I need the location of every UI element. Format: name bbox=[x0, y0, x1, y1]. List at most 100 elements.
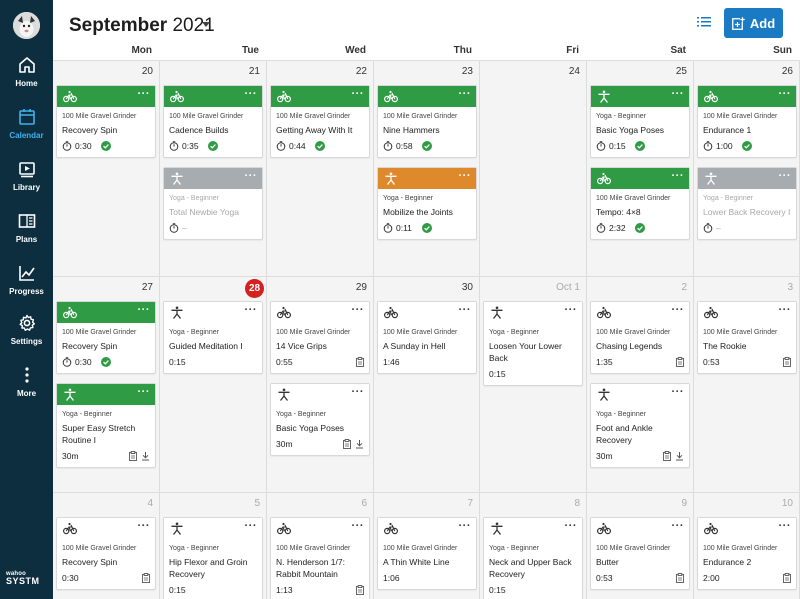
notes-clipboard-icon[interactable] bbox=[783, 357, 791, 367]
add-button[interactable]: Add bbox=[724, 8, 783, 38]
more-options-icon[interactable]: ··· bbox=[138, 520, 151, 532]
day-cell[interactable]: 5 ··· Yoga - Beginner Hip Flexor and Groin … bbox=[160, 493, 267, 599]
more-options-icon[interactable]: ··· bbox=[245, 88, 258, 100]
day-cell[interactable]: 30 ··· 100 Mile Gravel Grinder A Sunday in … bbox=[374, 277, 480, 493]
nav-item-home[interactable]: Home bbox=[0, 56, 53, 88]
more-options-icon[interactable]: ··· bbox=[459, 520, 472, 532]
nav-item-progress[interactable]: Progress bbox=[0, 264, 53, 296]
more-options-icon[interactable]: ··· bbox=[672, 386, 685, 398]
day-cell[interactable]: 27 ··· 100 Mile Gravel Grinder Recovery Spi… bbox=[53, 277, 160, 493]
more-options-icon[interactable]: ··· bbox=[138, 386, 151, 398]
notes-clipboard-icon[interactable] bbox=[663, 451, 671, 461]
more-options-icon[interactable]: ··· bbox=[245, 304, 258, 316]
nav-item-calendar[interactable]: Calendar bbox=[0, 108, 53, 140]
workout-card[interactable]: ··· Yoga - Beginner Lower Back Recovery I – bbox=[697, 167, 797, 240]
download-icon[interactable] bbox=[141, 451, 150, 461]
more-options-icon[interactable]: ··· bbox=[672, 520, 685, 532]
workout-card[interactable]: ··· 100 Mile Gravel Grinder The Rookie 0:53 bbox=[697, 301, 797, 374]
workout-card[interactable]: ··· Yoga - Beginner Hip Flexor and Groin R… bbox=[163, 517, 263, 599]
nav-item-library[interactable]: Library bbox=[0, 160, 53, 192]
month-title[interactable]: September 2021 bbox=[69, 15, 215, 37]
workout-card[interactable]: ··· 100 Mile Gravel Grinder 14 Vice Grips 0… bbox=[270, 301, 370, 374]
day-cell[interactable]: 2 ··· 100 Mile Gravel Grinder Chasing Legen… bbox=[587, 277, 694, 493]
workout-card[interactable]: ··· 100 Mile Gravel Grinder Recovery Spin 0… bbox=[56, 85, 156, 158]
more-options-icon[interactable]: ··· bbox=[352, 386, 365, 398]
workout-card[interactable]: ··· Yoga - Beginner Foot and Ankle Recover… bbox=[590, 383, 690, 468]
workout-card[interactable]: ··· Yoga - Beginner Basic Yoga Poses 0:15 bbox=[590, 85, 690, 158]
workout-card[interactable]: ··· Yoga - Beginner Mobilize the Joints 0:1… bbox=[377, 167, 477, 240]
day-cell[interactable]: 10 ··· 100 Mile Gravel Grinder Endurance 2 2… bbox=[694, 493, 800, 599]
day-cell[interactable]: 20 ··· 100 Mile Gravel Grinder Recovery Spi… bbox=[53, 61, 160, 277]
workout-card[interactable]: ··· Yoga - Beginner Super Easy Stretch Rou… bbox=[56, 383, 156, 468]
workout-card[interactable]: ··· 100 Mile Gravel Grinder Butter 0:53 bbox=[590, 517, 690, 590]
workout-card[interactable]: ··· 100 Mile Gravel Grinder N. Henderson 1… bbox=[270, 517, 370, 599]
workout-card[interactable]: ··· 100 Mile Gravel Grinder Endurance 1 1:0… bbox=[697, 85, 797, 158]
workout-card[interactable]: ··· Yoga - Beginner Loosen Your Lower Back… bbox=[483, 301, 583, 386]
day-cell[interactable]: 4 ··· 100 Mile Gravel Grinder Recovery Spin… bbox=[53, 493, 160, 599]
notes-clipboard-icon[interactable] bbox=[343, 439, 351, 449]
more-options-icon[interactable]: ··· bbox=[138, 88, 151, 100]
download-icon[interactable] bbox=[675, 451, 684, 461]
more-options-icon[interactable]: ··· bbox=[565, 520, 578, 532]
nav-item-more[interactable]: More bbox=[0, 366, 53, 398]
day-cell[interactable]: 28 ··· Yoga - Beginner Guided Meditation I 0… bbox=[160, 277, 267, 493]
day-cell[interactable]: 7 ··· 100 Mile Gravel Grinder A Thin White … bbox=[374, 493, 480, 599]
workout-card[interactable]: ··· 100 Mile Gravel Grinder Getting Away W… bbox=[270, 85, 370, 158]
more-options-icon[interactable]: ··· bbox=[459, 170, 472, 182]
day-cell[interactable]: 21 ··· 100 Mile Gravel Grinder Cadence Buil… bbox=[160, 61, 267, 277]
day-cell[interactable]: 3 ··· 100 Mile Gravel Grinder The Rookie 0:5… bbox=[694, 277, 800, 493]
more-options-icon[interactable]: ··· bbox=[459, 88, 472, 100]
month-dropdown-caret[interactable] bbox=[202, 22, 210, 27]
workout-card[interactable]: ··· 100 Mile Gravel Grinder A Sunday in He… bbox=[377, 301, 477, 374]
more-options-icon[interactable]: ··· bbox=[779, 88, 792, 100]
day-cell[interactable]: 23 ··· 100 Mile Gravel Grinder Nine Hammers… bbox=[374, 61, 480, 277]
more-options-icon[interactable]: ··· bbox=[672, 170, 685, 182]
workout-card[interactable]: ··· 100 Mile Gravel Grinder Chasing Legend… bbox=[590, 301, 690, 374]
more-options-icon[interactable]: ··· bbox=[352, 88, 365, 100]
workout-card[interactable]: ··· Yoga - Beginner Total Newbie Yoga – bbox=[163, 167, 263, 240]
day-cell[interactable]: Oct 1 ··· Yoga - Beginner Loosen Your Lower… bbox=[480, 277, 587, 493]
nav-item-plans[interactable]: Plans bbox=[0, 212, 53, 244]
notes-clipboard-icon[interactable] bbox=[142, 573, 150, 583]
day-cell[interactable]: 9 ··· 100 Mile Gravel Grinder Butter 0:53 bbox=[587, 493, 694, 599]
day-cell[interactable]: 6 ··· 100 Mile Gravel Grinder N. Henderson … bbox=[267, 493, 374, 599]
nav-item-settings[interactable]: Settings bbox=[0, 314, 53, 346]
avatar[interactable] bbox=[13, 12, 40, 39]
workout-card[interactable]: ··· 100 Mile Gravel Grinder Endurance 2 2:0… bbox=[697, 517, 797, 590]
workout-card[interactable]: ··· 100 Mile Gravel Grinder Nine Hammers 0:… bbox=[377, 85, 477, 158]
workout-card[interactable]: ··· Yoga - Beginner Neck and Upper Back Re… bbox=[483, 517, 583, 599]
notes-clipboard-icon[interactable] bbox=[356, 357, 364, 367]
day-cell[interactable]: 22 ··· 100 Mile Gravel Grinder Getting Away… bbox=[267, 61, 374, 277]
day-cell[interactable]: 26 ··· 100 Mile Gravel Grinder Endurance 11… bbox=[694, 61, 800, 277]
more-options-icon[interactable]: ··· bbox=[245, 520, 258, 532]
more-options-icon[interactable]: ··· bbox=[779, 304, 792, 316]
more-options-icon[interactable]: ··· bbox=[779, 520, 792, 532]
workout-card[interactable]: ··· 100 Mile Gravel Grinder Cadence Builds… bbox=[163, 85, 263, 158]
notes-clipboard-icon[interactable] bbox=[676, 357, 684, 367]
notes-clipboard-icon[interactable] bbox=[129, 451, 137, 461]
more-options-icon[interactable]: ··· bbox=[672, 88, 685, 100]
day-cell[interactable]: 25 ··· Yoga - Beginner Basic Yoga Poses 0:15… bbox=[587, 61, 694, 277]
more-options-icon[interactable]: ··· bbox=[779, 170, 792, 182]
workout-card[interactable]: ··· 100 Mile Gravel Grinder Tempo: 4×8 2:32 bbox=[590, 167, 690, 240]
workout-card[interactable]: ··· Yoga - Beginner Basic Yoga Poses 30m bbox=[270, 383, 370, 456]
more-options-icon[interactable]: ··· bbox=[352, 304, 365, 316]
list-view-icon[interactable] bbox=[697, 15, 711, 29]
workout-card[interactable]: ··· 100 Mile Gravel Grinder Recovery Spin 0… bbox=[56, 301, 156, 374]
notes-clipboard-icon[interactable] bbox=[676, 573, 684, 583]
more-options-icon[interactable]: ··· bbox=[245, 170, 258, 182]
notes-clipboard-icon[interactable] bbox=[783, 573, 791, 583]
more-options-icon[interactable]: ··· bbox=[352, 520, 365, 532]
more-options-icon[interactable]: ··· bbox=[138, 304, 151, 316]
workout-card[interactable]: ··· Yoga - Beginner Guided Meditation I 0:1… bbox=[163, 301, 263, 374]
notes-clipboard-icon[interactable] bbox=[356, 585, 364, 595]
more-options-icon[interactable]: ··· bbox=[672, 304, 685, 316]
day-cell[interactable]: 29 ··· 100 Mile Gravel Grinder 14 Vice Grip… bbox=[267, 277, 374, 493]
more-options-icon[interactable]: ··· bbox=[459, 304, 472, 316]
day-cell[interactable]: 8 ··· Yoga - Beginner Neck and Upper Back R… bbox=[480, 493, 587, 599]
workout-card[interactable]: ··· 100 Mile Gravel Grinder Recovery Spin 0… bbox=[56, 517, 156, 590]
download-icon[interactable] bbox=[355, 439, 364, 449]
more-options-icon[interactable]: ··· bbox=[565, 304, 578, 316]
workout-card[interactable]: ··· 100 Mile Gravel Grinder A Thin White L… bbox=[377, 517, 477, 590]
day-cell[interactable]: 24 bbox=[480, 61, 587, 277]
